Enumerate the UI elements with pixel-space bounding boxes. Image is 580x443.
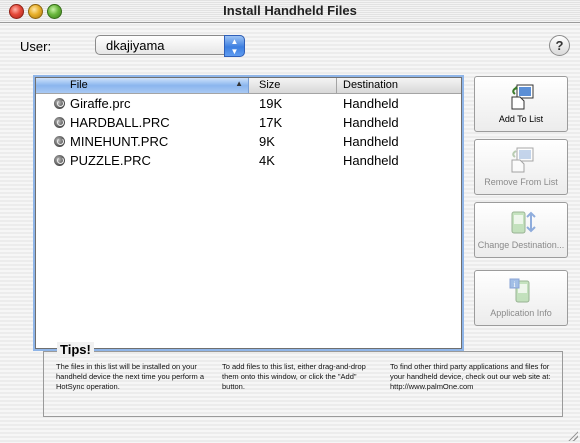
file-destination: Handheld — [343, 153, 399, 168]
add-to-list-button[interactable]: Add To List — [474, 76, 568, 132]
column-header-file-label: File — [70, 79, 88, 91]
file-size: 9K — [259, 134, 275, 149]
change-destination-button[interactable]: Change Destination... — [474, 202, 568, 258]
user-select[interactable]: dkajiyama ▲ ▼ — [95, 35, 245, 57]
file-destination: Handheld — [343, 115, 399, 130]
file-destination: Handheld — [343, 96, 399, 111]
list-header: File ▲ Size Destination — [36, 78, 461, 94]
column-header-destination[interactable]: Destination — [343, 79, 398, 91]
file-name: MINEHUNT.PRC — [70, 134, 169, 149]
tips-title: Tips! — [57, 342, 94, 357]
window-title: Install Handheld Files — [223, 3, 357, 18]
change-destination-label: Change Destination... — [477, 240, 565, 250]
file-destination: Handheld — [343, 134, 399, 149]
list-item[interactable]: Giraffe.prc 19K Handheld — [36, 95, 461, 112]
help-icon: ? — [555, 38, 564, 53]
install-window: Install Handheld Files User: dkajiyama ▲… — [0, 0, 580, 443]
column-header-size[interactable]: Size — [259, 79, 280, 91]
help-button[interactable]: ? — [549, 35, 570, 56]
column-header-file[interactable]: File ▲ — [36, 78, 249, 93]
list-item[interactable]: MINEHUNT.PRC 9K Handheld — [36, 133, 461, 150]
application-info-label: Application Info — [490, 308, 552, 318]
list-item[interactable]: PUZZLE.PRC 4K Handheld — [36, 152, 461, 169]
popup-arrows-icon: ▲ ▼ — [224, 35, 245, 57]
remove-from-list-label: Remove From List — [484, 177, 558, 187]
file-list[interactable]: File ▲ Size Destination Giraffe.prc 19K … — [35, 77, 462, 349]
file-size: 4K — [259, 153, 275, 168]
file-icon — [54, 117, 65, 128]
application-info-button[interactable]: i Application Info — [474, 270, 568, 326]
file-icon — [54, 136, 65, 147]
sort-ascending-icon: ▲ — [235, 79, 243, 88]
list-item[interactable]: HARDBALL.PRC 17K Handheld — [36, 114, 461, 131]
title-bar[interactable]: Install Handheld Files — [0, 0, 580, 23]
tip-text: To add files to this list, either drag-a… — [222, 362, 366, 391]
user-label: User: — [20, 39, 52, 54]
file-name: PUZZLE.PRC — [70, 153, 151, 168]
change-destination-icon — [511, 211, 536, 234]
file-icon — [54, 155, 65, 166]
file-name: HARDBALL.PRC — [70, 115, 170, 130]
resize-grip-icon[interactable] — [567, 430, 578, 441]
user-select-value: dkajiyama — [106, 38, 165, 53]
tip-text: To find other third party applications a… — [390, 362, 551, 391]
file-name: Giraffe.prc — [70, 96, 131, 111]
file-size: 17K — [259, 115, 283, 130]
application-info-icon: i — [509, 278, 530, 303]
tip-text: The files in this list will be installed… — [56, 362, 205, 391]
file-icon — [54, 98, 65, 109]
remove-from-list-icon — [511, 147, 534, 173]
add-to-list-label: Add To List — [498, 114, 544, 124]
remove-from-list-button[interactable]: Remove From List — [474, 139, 568, 195]
add-to-list-icon — [511, 84, 534, 110]
column-divider — [336, 78, 337, 93]
file-size: 19K — [259, 96, 283, 111]
